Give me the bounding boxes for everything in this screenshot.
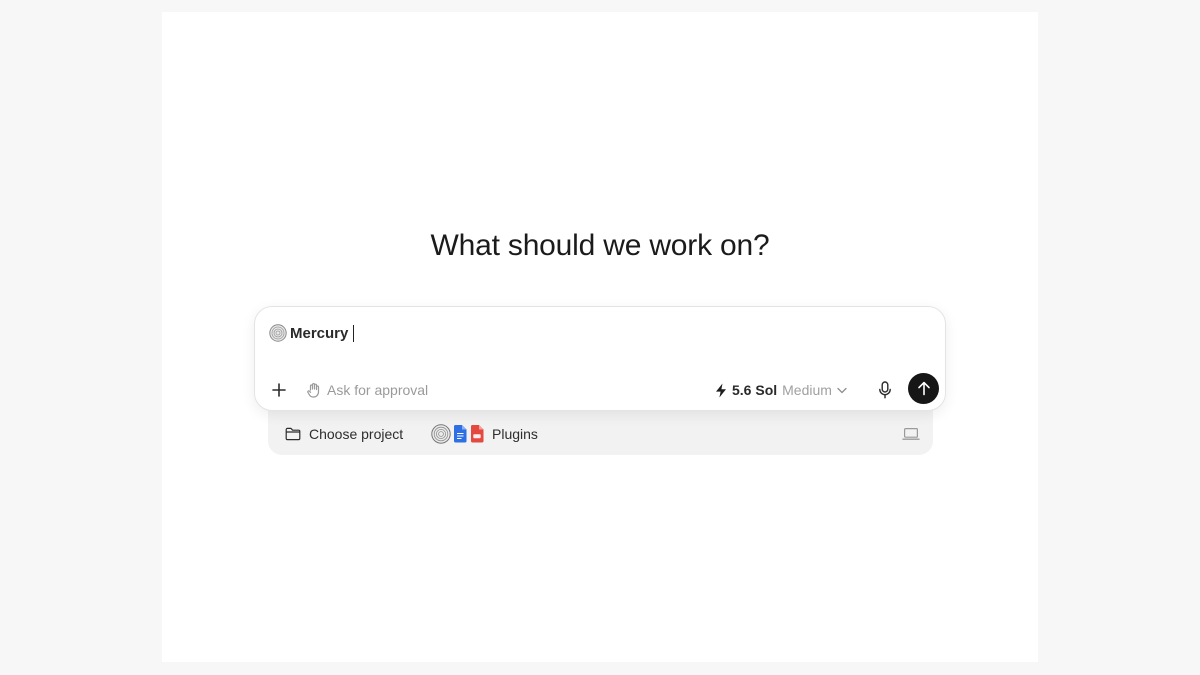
arrow-up-icon bbox=[917, 381, 930, 396]
choose-project-label: Choose project bbox=[309, 426, 404, 442]
docs-plugin-icon bbox=[454, 425, 467, 443]
send-button[interactable] bbox=[908, 373, 939, 404]
plugins-label: Plugins bbox=[492, 426, 538, 442]
folder-icon bbox=[285, 427, 301, 441]
text-caret bbox=[353, 324, 355, 342]
page-title: What should we work on? bbox=[430, 229, 770, 262]
approval-mode-button[interactable]: Ask for approval bbox=[307, 380, 428, 400]
lightning-icon bbox=[716, 383, 726, 397]
prompt-input[interactable]: Mercury bbox=[269, 323, 355, 343]
model-effort: Medium bbox=[782, 382, 832, 398]
choose-project-button[interactable]: Choose project bbox=[285, 424, 403, 444]
mercury-plugin-icon bbox=[431, 424, 451, 444]
add-attachment-button[interactable] bbox=[269, 380, 289, 400]
mention-chip: Mercury bbox=[290, 324, 349, 342]
model-name: 5.6 Sol bbox=[732, 382, 778, 398]
model-selector[interactable]: 5.6 Sol Medium bbox=[715, 380, 847, 400]
approval-label: Ask for approval bbox=[327, 382, 429, 398]
environment-toggle-button[interactable] bbox=[902, 427, 920, 441]
plugins-button[interactable]: Plugins bbox=[431, 423, 538, 445]
plus-icon bbox=[272, 383, 286, 397]
voice-input-button[interactable] bbox=[875, 378, 895, 402]
laptop-icon bbox=[902, 428, 920, 440]
composer: Mercury Ask for approval 5.6 Sol Medium bbox=[254, 306, 946, 411]
hand-icon bbox=[307, 383, 320, 398]
mercury-icon bbox=[269, 324, 287, 342]
pdf-plugin-icon bbox=[471, 425, 484, 443]
microphone-icon bbox=[879, 381, 891, 399]
chevron-down-icon bbox=[837, 387, 847, 393]
